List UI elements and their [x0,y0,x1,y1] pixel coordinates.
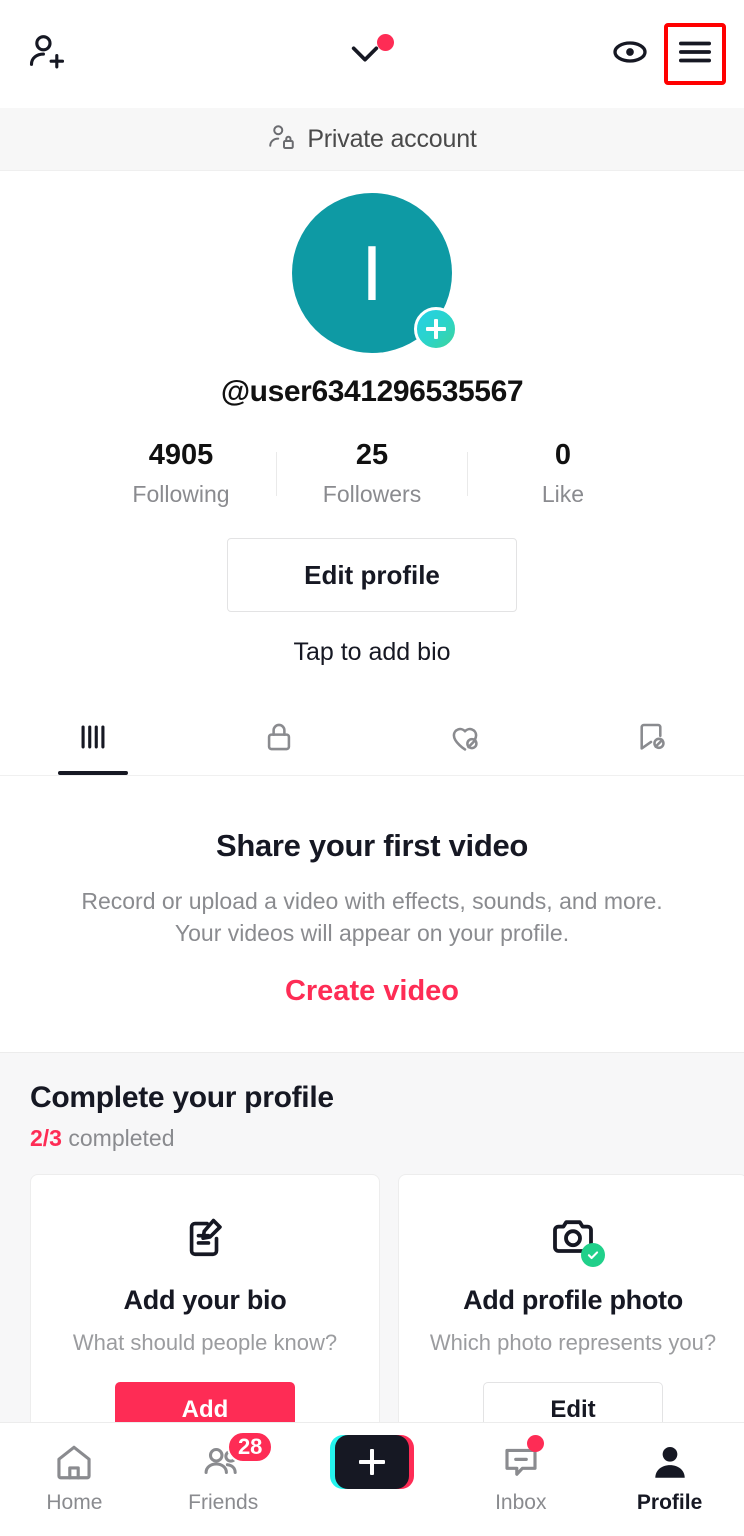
card-title: Add profile photo [463,1285,683,1316]
eye-icon[interactable] [610,32,650,77]
progress-suffix: completed [61,1125,175,1152]
account-switch-button[interactable] [346,32,398,76]
nav-label: Profile [636,1491,703,1514]
create-video-link[interactable]: Create video [285,975,459,1008]
private-account-banner[interactable]: Private account [0,108,744,171]
bookmark-hidden-icon [633,719,669,760]
progress-fraction: 2/3 [30,1125,62,1152]
hamburger-menu-button[interactable] [664,23,726,85]
nav-item-profile[interactable]: Profile [595,1437,744,1515]
stat-value: 4905 [148,439,214,471]
stat-value: 0 [554,439,572,471]
lock-icon [262,720,296,759]
card-add-bio[interactable]: Add your bio What should people know? Ad… [30,1174,380,1422]
profile-header: I @user6341296535567 4905 Following 25 F… [0,171,744,776]
chevron-down-icon [348,42,382,71]
heart-hidden-icon [447,719,483,760]
tab-videos[interactable] [0,703,186,775]
empty-videos-state: Share your first video Record or upload … [0,776,744,1053]
stat-likes[interactable]: 0 Like [468,439,658,508]
add-profile-photo-badge[interactable] [414,307,458,351]
tab-favorites[interactable] [558,703,744,775]
top-bar-actions [610,23,726,85]
profile-handle: @user6341296535567 [220,375,524,408]
avatar[interactable]: I [292,193,458,353]
stat-followers[interactable]: 25 Followers [277,439,467,508]
tab-private[interactable] [186,703,372,775]
stat-label: Followers [322,481,422,507]
document-edit-icon [182,1209,228,1265]
hamburger-menu-icon [678,39,712,70]
card-add-profile-photo[interactable]: Add profile photo Which photo represents… [398,1174,744,1422]
nav-label: Home [46,1491,103,1514]
home-icon [53,1437,95,1487]
nav-label: Inbox [495,1491,547,1514]
nav-item-create[interactable] [298,1435,447,1491]
private-account-label: Private account [307,124,477,153]
nav-label: Friends [188,1491,259,1514]
empty-title: Share your first video [215,828,529,863]
person-lock-icon [267,122,297,157]
tiktok-profile-screen: Private account I @user6341296535567 490… [0,0,744,1536]
complete-profile-cards: Add your bio What should people know? Ad… [0,1174,744,1422]
nav-item-friends[interactable]: 28 Friends [149,1431,298,1515]
friends-icon: 28 [201,1431,274,1487]
bottom-navigation: Home 28 Friends Inbox Profile [0,1422,744,1536]
tab-active-underline [58,771,128,775]
profile-stats: 4905 Following 25 Followers 0 Like [86,439,658,508]
card-description: What should people know? [72,1330,338,1356]
add-bio-button[interactable]: Add [115,1382,295,1422]
stat-following[interactable]: 4905 Following [86,439,276,508]
card-description: Which photo represents you? [429,1330,717,1356]
profile-tabs [0,703,744,776]
stat-label: Like [541,481,585,507]
top-bar [0,0,744,108]
add-bio-hint[interactable]: Tap to add bio [293,638,450,667]
create-plus-icon [329,1435,414,1489]
add-person-icon [26,35,70,78]
edit-profile-photo-button[interactable]: Edit [483,1382,663,1422]
friends-badge: 28 [227,1431,274,1463]
complete-profile-title: Complete your profile [30,1081,334,1115]
inbox-icon [500,1435,544,1487]
stat-label: Following [132,481,230,507]
grid-posts-icon [76,720,110,759]
create-core [334,1435,409,1489]
camera-icon [549,1209,605,1268]
completed-check-badge [581,1243,605,1268]
stat-value: 25 [355,439,389,471]
complete-profile-progress: 2/3 completed [0,1125,744,1152]
complete-profile-section: Complete your profile 2/3 completed Add … [0,1052,744,1422]
card-title: Add your bio [123,1285,287,1316]
add-friend-button[interactable] [26,30,70,79]
edit-profile-button[interactable]: Edit profile [227,538,517,612]
nav-item-inbox[interactable]: Inbox [446,1435,595,1515]
tab-liked[interactable] [372,703,558,775]
profile-person-icon [649,1437,691,1487]
avatar-initial: I [361,229,383,317]
inbox-notification-dot [526,1435,544,1452]
nav-item-home[interactable]: Home [0,1437,149,1515]
notification-dot [377,34,394,51]
empty-description: Record or upload a video with effects, s… [81,888,663,946]
